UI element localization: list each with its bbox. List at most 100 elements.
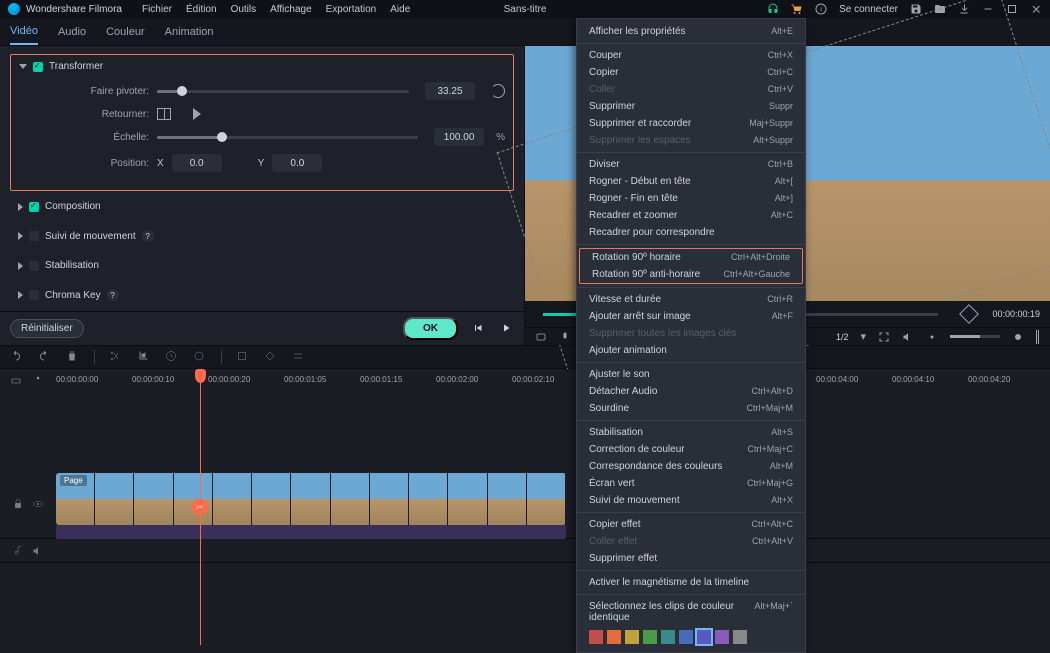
sign-in-link[interactable]: Se connecter	[839, 4, 898, 15]
menu-help[interactable]: Aide	[390, 4, 410, 15]
tab-video[interactable]: Vidéo	[10, 19, 38, 45]
lock-icon[interactable]	[12, 498, 24, 510]
adjust-icon[interactable]	[292, 350, 306, 364]
undo-icon[interactable]	[10, 350, 24, 364]
info-icon[interactable]: i	[815, 3, 827, 15]
eye-icon[interactable]	[32, 498, 44, 510]
scale-slider[interactable]	[157, 136, 418, 139]
color-icon[interactable]	[193, 350, 207, 364]
preview-ratio[interactable]: 1/2	[836, 332, 849, 342]
ctx-color-match[interactable]: Correspondance des couleursAlt+M	[577, 458, 805, 475]
scissors-icon[interactable]: ✂	[192, 499, 208, 515]
reset-button[interactable]: Réinitialiser	[10, 319, 84, 338]
rotate-value[interactable]: 33.25	[425, 82, 475, 100]
ctx-add-animation[interactable]: Ajouter animation	[577, 342, 805, 359]
delete-icon[interactable]	[66, 350, 80, 364]
menu-view[interactable]: Affichage	[270, 4, 312, 15]
ctx-mute[interactable]: SourdineCtrl+Maj+M	[577, 400, 805, 417]
transformer-checkbox[interactable]	[33, 62, 43, 72]
expand-icon[interactable]	[18, 203, 23, 211]
timeline-ruler[interactable]: 00:00:00:00 00:00:00:10 00:00:00:20 00:0…	[0, 369, 1050, 399]
ctx-delete[interactable]: SupprimerSuppr	[577, 98, 805, 115]
stabilisation-checkbox[interactable]	[29, 261, 39, 271]
scale-value[interactable]: 100.00	[434, 128, 484, 146]
levels-icon[interactable]	[1036, 330, 1040, 344]
ctx-tracking[interactable]: Suivi de mouvementAlt+X	[577, 492, 805, 509]
redo-icon[interactable]	[38, 350, 52, 364]
prev-frame-icon[interactable]	[472, 322, 486, 336]
music-track-icon[interactable]	[12, 545, 24, 557]
menu-edit[interactable]: Édition	[186, 4, 217, 15]
expand-icon[interactable]	[18, 262, 23, 270]
headphones-icon[interactable]	[767, 3, 779, 15]
volume-icon[interactable]	[902, 331, 914, 343]
ctx-freeze[interactable]: Ajouter arrêt sur imageAlt+F	[577, 308, 805, 325]
audio-clip[interactable]	[56, 525, 566, 539]
mic-icon[interactable]	[559, 331, 571, 343]
ctx-ripple-delete[interactable]: Supprimer et raccorderMaj+Suppr	[577, 115, 805, 132]
pos-x-value[interactable]: 0.0	[172, 154, 222, 172]
tab-color[interactable]: Couleur	[106, 20, 145, 44]
ctx-color-correct[interactable]: Correction de couleurCtrl+Maj+C	[577, 441, 805, 458]
volume-slider[interactable]	[950, 335, 1000, 338]
pos-y-value[interactable]: 0.0	[272, 154, 322, 172]
color-swatch[interactable]	[679, 630, 693, 644]
color-swatch[interactable]	[661, 630, 675, 644]
color-swatch[interactable]	[589, 630, 603, 644]
expand-icon[interactable]	[18, 291, 23, 299]
ctx-properties[interactable]: Afficher les propriétésAlt+E	[577, 23, 805, 40]
collapse-icon[interactable]	[19, 64, 27, 69]
flip-vertical-icon[interactable]	[193, 108, 201, 120]
mute-icon[interactable]	[32, 545, 44, 557]
color-swatch[interactable]	[715, 630, 729, 644]
ctx-speed[interactable]: Vitesse et duréeCtrl+R	[577, 291, 805, 308]
rotate-slider[interactable]	[157, 90, 409, 93]
ctx-crop-fit[interactable]: Recadrer pour correspondre	[577, 224, 805, 241]
audio-track[interactable]	[0, 539, 1050, 563]
ctx-adjust-audio[interactable]: Ajuster le son	[577, 366, 805, 383]
ctx-snap[interactable]: Activer le magnétisme de la timeline	[577, 574, 805, 591]
expand-icon[interactable]	[18, 232, 23, 240]
settings-icon[interactable]	[926, 331, 938, 343]
download-icon[interactable]	[958, 3, 970, 15]
crop-icon[interactable]	[137, 350, 151, 364]
color-swatch[interactable]	[643, 630, 657, 644]
minimize-icon[interactable]	[982, 3, 994, 15]
timeline-marker-icon[interactable]	[32, 375, 44, 390]
ctx-trim-start[interactable]: Rogner - Début en têteAlt+[	[577, 173, 805, 190]
color-swatch[interactable]	[697, 630, 711, 644]
color-swatch[interactable]	[625, 630, 639, 644]
ctx-trim-end[interactable]: Rogner - Fin en têteAlt+]	[577, 190, 805, 207]
color-swatch[interactable]	[733, 630, 747, 644]
fullscreen-icon[interactable]	[878, 331, 890, 343]
rotate-reset-icon[interactable]	[491, 84, 505, 98]
cut-icon[interactable]	[109, 350, 123, 364]
cart-icon[interactable]	[791, 3, 803, 15]
help-icon[interactable]: ?	[107, 289, 119, 301]
save-icon[interactable]	[910, 3, 922, 15]
open-icon[interactable]	[934, 3, 946, 15]
maximize-icon[interactable]	[1006, 3, 1018, 15]
ctx-detach-audio[interactable]: Détacher AudioCtrl+Alt+D	[577, 383, 805, 400]
tracking-checkbox[interactable]	[29, 231, 39, 241]
keyframe-icon[interactable]	[960, 304, 980, 324]
playhead[interactable]: ✂	[200, 369, 201, 645]
ctx-cut[interactable]: CouperCtrl+X	[577, 47, 805, 64]
ctx-copy-effect[interactable]: Copier effetCtrl+Alt+C	[577, 516, 805, 533]
record-icon[interactable]	[1012, 331, 1024, 343]
help-icon[interactable]: ?	[142, 230, 154, 242]
keyframe-tool-icon[interactable]	[264, 350, 278, 364]
ctx-select-same-color[interactable]: Sélectionnez les clips de couleur identi…	[577, 598, 805, 626]
menu-export[interactable]: Exportation	[326, 4, 377, 15]
composition-checkbox[interactable]	[29, 202, 39, 212]
ctx-green-screen[interactable]: Écran vertCtrl+Maj+G	[577, 475, 805, 492]
ctx-stabilization[interactable]: StabilisationAlt+S	[577, 424, 805, 441]
timeline-zoom-icon[interactable]	[10, 375, 22, 390]
close-icon[interactable]	[1030, 3, 1042, 15]
video-clip[interactable]: Page	[56, 473, 566, 525]
ctx-copy[interactable]: CopierCtrl+C	[577, 64, 805, 81]
ctx-del-effect[interactable]: Supprimer effet	[577, 550, 805, 567]
flip-horizontal-icon[interactable]	[157, 108, 171, 120]
screenshot-icon[interactable]	[535, 331, 547, 343]
menu-file[interactable]: Fichier	[142, 4, 172, 15]
